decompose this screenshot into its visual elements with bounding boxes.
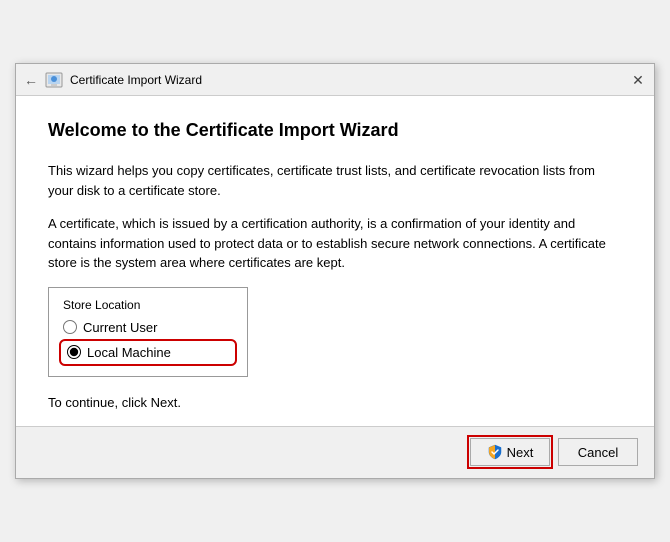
store-location-legend: Store Location [63,298,233,312]
next-label: Next [507,445,534,460]
title-bar: ← Certificate Import Wizard ✕ [16,64,654,96]
continue-text: To continue, click Next. [48,395,622,410]
description-paragraph-1: This wizard helps you copy certificates,… [48,161,622,200]
current-user-label: Current User [83,320,157,335]
window-title: Certificate Import Wizard [70,73,202,87]
back-button[interactable]: ← [24,72,38,88]
shield-icon [487,444,503,460]
current-user-radio[interactable] [63,320,77,334]
cancel-label: Cancel [578,445,618,460]
local-machine-option[interactable]: Local Machine [63,343,233,362]
next-button[interactable]: Next [470,438,550,466]
wizard-icon [44,70,64,90]
description-paragraph-2: A certificate, which is issued by a cert… [48,214,622,273]
current-user-option[interactable]: Current User [63,320,233,335]
store-location-group: Store Location Current User Local Machin… [48,287,248,377]
close-button[interactable]: ✕ [630,72,646,88]
wizard-heading: Welcome to the Certificate Import Wizard [48,120,622,141]
wizard-content: Welcome to the Certificate Import Wizard… [16,96,654,426]
local-machine-radio[interactable] [67,345,81,359]
footer: Next Cancel [16,426,654,478]
title-bar-left: ← Certificate Import Wizard [24,70,630,90]
wizard-window: ← Certificate Import Wizard ✕ Welcome to… [15,63,655,479]
local-machine-label: Local Machine [87,345,171,360]
cancel-button[interactable]: Cancel [558,438,638,466]
